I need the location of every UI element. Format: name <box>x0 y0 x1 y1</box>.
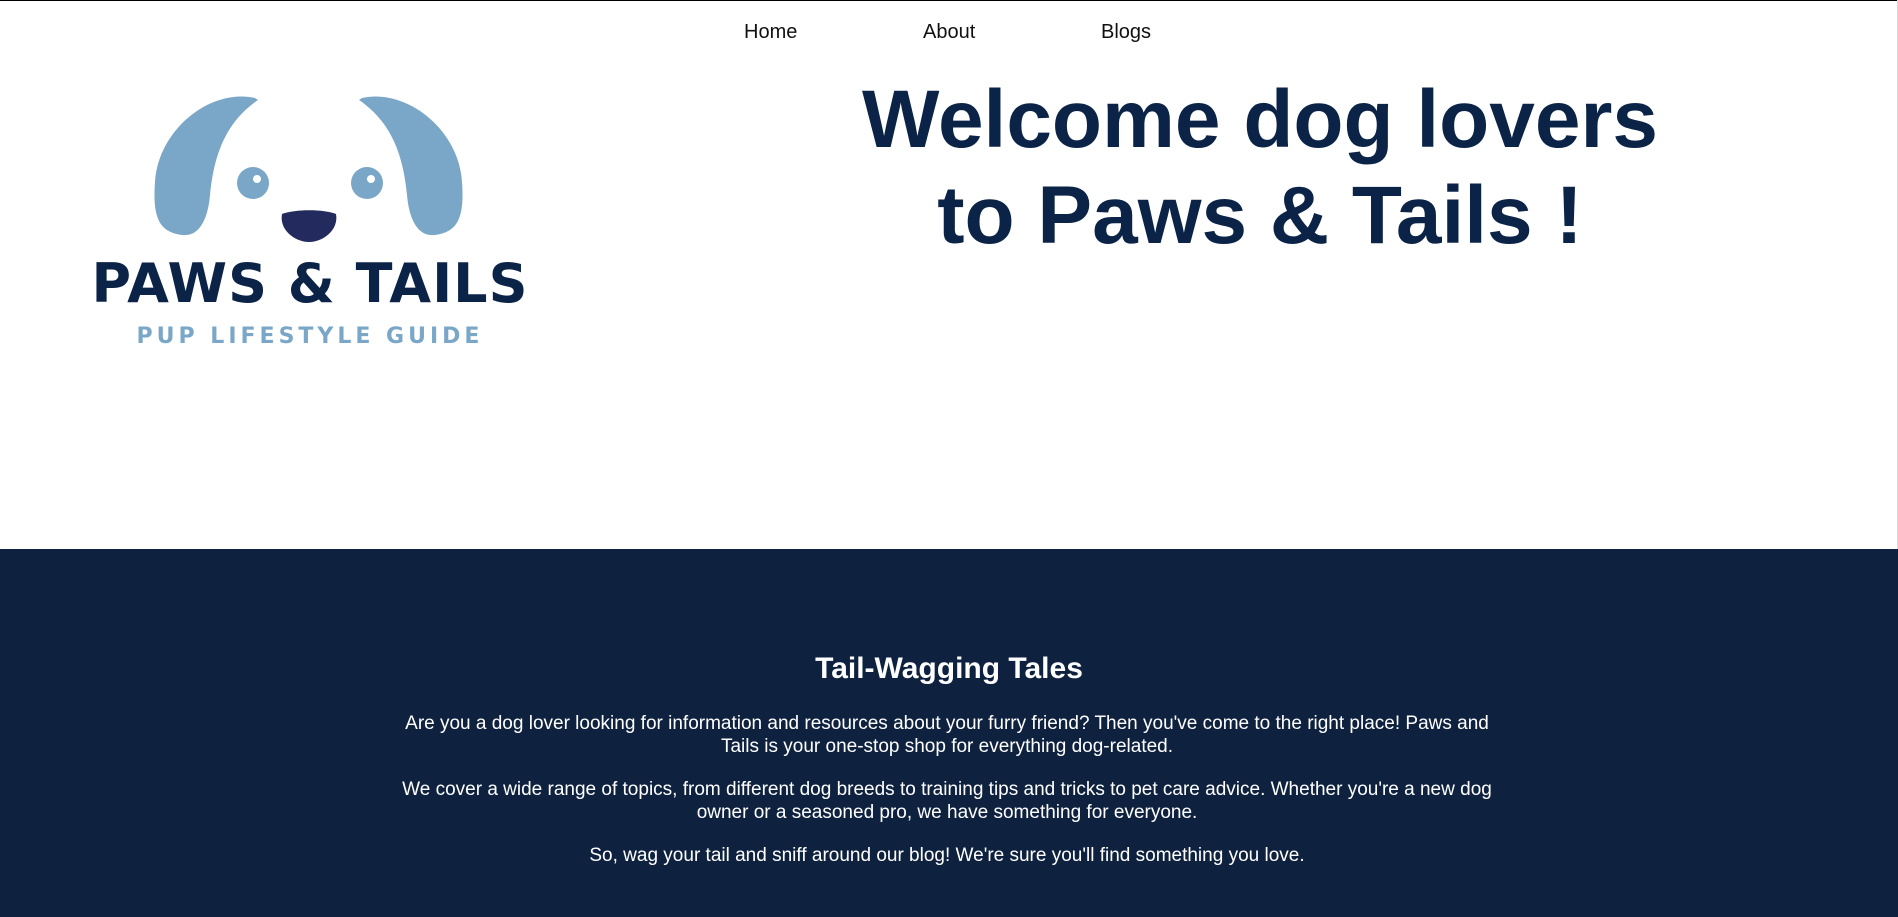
top-navigation: Home About Blogs <box>0 20 1898 46</box>
closing-paragraph: So, wag your tail and sniff around our b… <box>589 845 1305 866</box>
paws-and-tails-logo: PAWS & TAILS PUP LIFESTYLE GUIDE <box>90 90 530 360</box>
right-eye-icon <box>351 167 383 199</box>
dog-face-logo-icon: PAWS & TAILS PUP LIFESTYLE GUIDE <box>92 96 529 349</box>
logo-brand-name: PAWS & TAILS <box>92 252 529 315</box>
top-border <box>0 0 1898 1</box>
tail-wagging-tales-section: Tail-Wagging Tales Are you a dog lover l… <box>0 549 1898 917</box>
intro-paragraph: Are you a dog lover looking for informat… <box>405 713 1489 757</box>
section-title: Tail-Wagging Tales <box>815 652 1083 685</box>
nav-link-about[interactable]: About <box>923 20 975 44</box>
logo-tagline: PUP LIFESTYLE GUIDE <box>137 324 484 349</box>
left-eye-icon <box>237 167 269 199</box>
nav-link-home[interactable]: Home <box>744 20 797 44</box>
hero-title: Welcome dog lovers to Paws & Tails ! <box>862 74 1658 261</box>
topics-paragraph: We cover a wide range of topics, from di… <box>402 779 1492 823</box>
left-ear-icon <box>154 96 258 236</box>
nav-link-blogs[interactable]: Blogs <box>1101 20 1151 44</box>
section-body: Are you a dog lover looking for informat… <box>390 712 1504 887</box>
right-ear-icon <box>359 96 463 236</box>
nose-icon <box>281 210 337 242</box>
